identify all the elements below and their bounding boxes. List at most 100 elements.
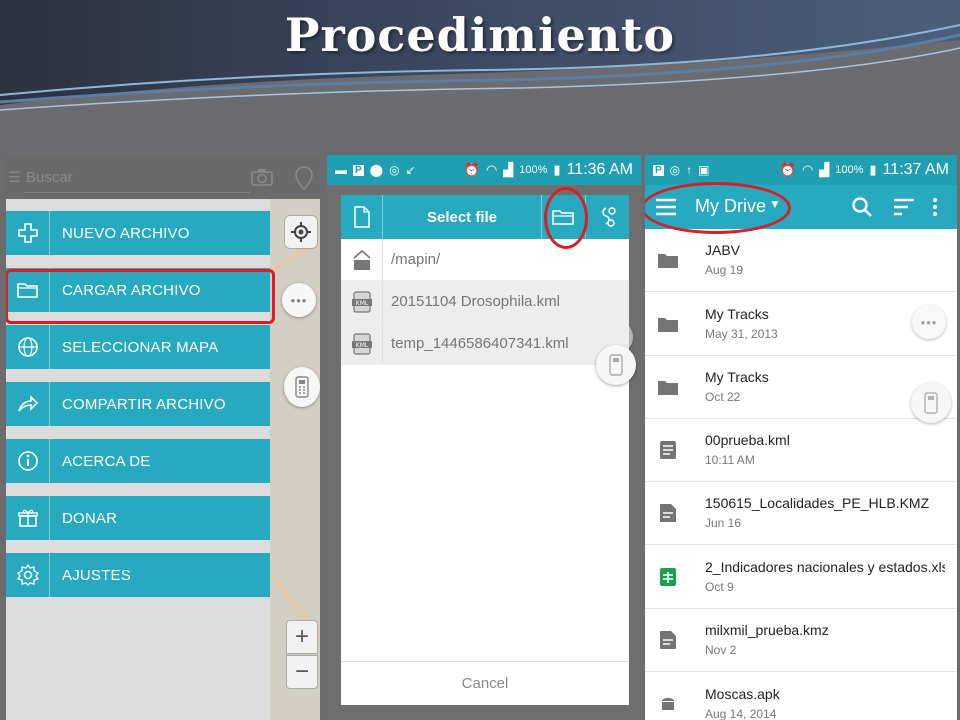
item-date: 10:11 AM [705,453,755,467]
remote-icon [924,392,938,414]
item-date: Aug 14, 2014 [705,707,777,720]
more-options-button: ••• [912,305,946,339]
upload-icon: ↑ [686,163,693,177]
alarm-icon: ⏰ [779,162,796,177]
clock: 11:37 AM [882,161,949,178]
whatsapp-icon: ◎ [669,163,681,177]
file-name: temp_1446586407341.kml [391,335,569,352]
battery-icon: ▮ [553,162,561,177]
slide-banner: Procedimiento [0,0,960,150]
search-icon[interactable] [851,196,873,218]
file-row-temp-kml[interactable]: KML temp_1446586407341.kml [341,322,629,365]
list-item[interactable]: 00prueba.kml 10:11 AM [645,419,957,482]
wifi-icon: ◠ [801,162,814,177]
list-item[interactable]: My Tracks May 31, 2013 [645,293,957,356]
remote-control-button[interactable] [284,367,320,407]
sort-icon[interactable] [893,197,915,217]
list-item[interactable]: milxmil_prueba.kmz Nov 2 [645,609,957,672]
remote-control-button [911,383,951,423]
item-name: milxmil_prueba.kmz [705,622,829,638]
menu-item-compartir-archivo[interactable]: COMPARTIR ARCHIVO [6,382,270,426]
google-drive-screen: P ◎ ↑ ▣ ⏰ ◠ ▟ 100% ▮ 11:37 AM My Drive ▼… [645,155,957,720]
list-item[interactable]: Moscas.apk Aug 14, 2014 [645,673,957,720]
message-icon: ▬ [335,163,347,177]
menu-item-label: AJUSTES [62,566,131,584]
wifi-icon: ◠ [485,162,498,177]
item-name: 00prueba.kml [705,432,790,448]
menu-item-seleccionar-mapa[interactable]: SELECCIONAR MAPA [6,325,270,369]
gift-icon [6,496,50,540]
menu-item-label: NUEVO ARCHIVO [62,224,190,242]
clock: 11:36 AM [566,161,633,178]
battery-percent: 100% [835,164,864,176]
zoom-in-button[interactable]: + [286,620,318,654]
menu-item-ajustes[interactable]: AJUSTES [6,553,270,597]
remote-control-button [596,345,636,385]
signal-icon: ▟ [819,162,830,177]
parking-icon: P [353,164,364,176]
item-date: Aug 19 [705,263,744,277]
location-icon: ⬤ [369,163,384,177]
remote-icon [609,354,623,376]
slide-title: Procedimiento [284,8,676,62]
sheets-icon [657,566,679,588]
item-date: Oct 22 [705,390,741,404]
app-menu-screen: ☰ Buscar NUEVO ARCHIVO CARGAR ARCHIVO SE… [6,155,320,720]
list-item[interactable]: 150615_Localidades_PE_HLB.KMZ Jun 16 [645,482,957,545]
item-name: My Tracks [705,306,769,322]
battery-percent: 100% [519,164,548,176]
item-date: Jun 16 [705,516,742,530]
folder-icon [657,376,679,398]
dialog-title: Select file [426,208,498,226]
android-icon [657,693,679,715]
my-location-button[interactable] [284,215,318,249]
zoom-out-button[interactable]: − [286,655,318,689]
signal-icon: ▟ [503,162,514,177]
item-name: 2_Indicadores nacionales y estados.xls [705,559,945,575]
camera-icon[interactable] [250,167,274,187]
globe-icon [6,325,50,369]
menu-item-acerca-de[interactable]: ACERCA DE [6,439,270,483]
file-name: 20151104 Drosophila.kml [391,293,560,310]
missed-call-icon: ↙ [405,163,416,177]
search-input[interactable]: Buscar [26,169,73,186]
parking-icon: P [653,164,664,176]
document-icon [657,439,679,461]
battery-icon: ▮ [869,162,877,177]
folder-icon [657,313,679,335]
file-row-drosophila[interactable]: KML 20151104 Drosophila.kml [341,280,629,323]
cancel-button[interactable]: Cancel [341,661,629,705]
gear-icon [6,553,50,597]
menu-item-donar[interactable]: DONAR [6,496,270,540]
drive-file-list: JABV Aug 19 My Tracks May 31, 2013 My Tr… [645,229,957,720]
item-name: My Tracks [705,369,769,385]
bag-icon: ▣ [698,163,710,177]
file-row-parent-folder[interactable]: /mapin/ [341,238,629,281]
menu-item-label: ACERCA DE [62,452,151,470]
item-name: Moscas.apk [705,686,780,702]
location-pin-icon[interactable] [294,165,314,191]
share-icon [6,382,50,426]
menu-item-label: DONAR [62,509,118,527]
link-icon[interactable] [585,195,629,239]
more-options-button[interactable]: ••• [282,283,316,317]
overflow-menu-icon[interactable] [931,196,939,218]
status-bar: ▬ P ⬤ ◎ ↙ ⏰ ◠ ▟ 100% ▮ 11:36 AM [327,155,641,185]
list-item[interactable]: My Tracks Oct 22 [645,356,957,419]
item-date: Oct 9 [705,580,734,594]
menu-item-label: SELECCIONAR MAPA [62,338,219,356]
menu-icon[interactable]: ☰ [8,169,21,186]
item-date: Nov 2 [705,643,737,657]
menu-item-nuevo-archivo[interactable]: NUEVO ARCHIVO [6,211,270,255]
info-icon [6,439,50,483]
new-file-icon[interactable] [341,195,383,239]
highlight-my-drive [645,182,791,234]
highlight-cargar-archivo [6,269,275,324]
file-picker-screen: ▬ P ⬤ ◎ ↙ ⏰ ◠ ▟ 100% ▮ 11:36 AM ••• Sele… [327,155,641,720]
list-item[interactable]: 2_Indicadores nacionales y estados.xls O… [645,546,957,609]
document-icon [657,629,679,651]
select-file-dialog: Select file /mapin/ KML 20151104 Drosoph… [341,195,636,705]
list-item[interactable]: JABV Aug 19 [645,229,957,292]
document-icon [657,502,679,524]
search-bar: ☰ Buscar [6,155,320,199]
